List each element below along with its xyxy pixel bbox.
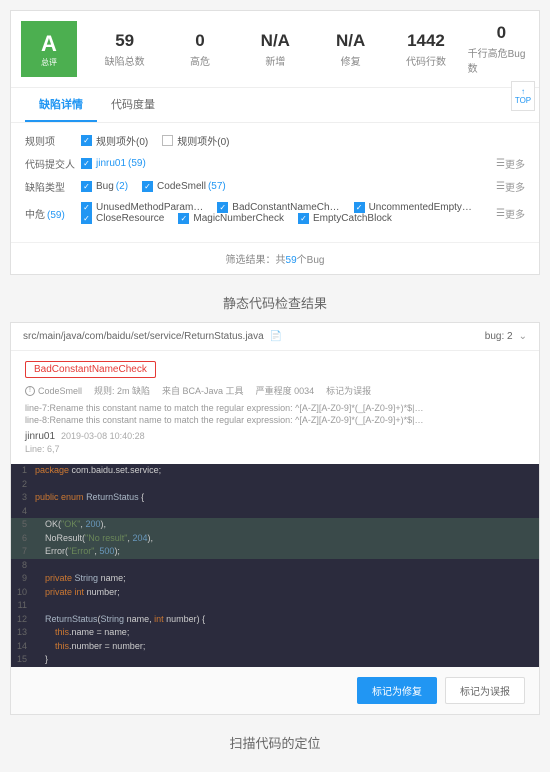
filters-section: 规则项 ✓规则项外(0)规则项外(0) 代码提交人 ✓ jinru01 (59)… [11,123,539,242]
more-link[interactable]: ☰ 更多 [496,156,525,171]
code-line: 9 private String name; [11,572,539,586]
mark-false-positive-button[interactable]: 标记为误报 [445,677,525,704]
code-line: 1package com.baidu.set.service; [11,464,539,478]
meta-item: 规则: 2m 缺陷 [94,384,150,397]
checkbox-icon: ✓ [217,202,228,213]
line-reference: Line: 6,7 [25,444,525,454]
checkbox-icon: ✓ [81,135,92,146]
code-line: 5 OK("OK", 200), [11,518,539,532]
tab-缺陷详情[interactable]: 缺陷详情 [25,88,97,122]
filter-checkbox-item[interactable]: ✓CloseResource [81,213,164,224]
filter-row-severity: 中危(59) ✓UnusedMethodParam…✓BadConstantNa… [25,202,525,224]
file-path-bar: src/main/java/com/baidu/set/service/Retu… [11,323,539,351]
file-path: src/main/java/com/baidu/set/service/Retu… [23,331,264,342]
action-footer: 标记为修复 标记为误报 [11,667,539,714]
scroll-top-button[interactable]: ↑ TOP [511,81,535,111]
tab-代码度量[interactable]: 代码度量 [97,88,169,122]
checkbox-icon [162,135,173,146]
grade-letter: A [41,31,57,57]
filter-row-type: 缺陷类型 ✓Bug(2)✓CodeSmell(57) ☰ 更多 [25,179,525,194]
stat-cell: 0高危 [162,11,237,87]
code-detail-panel: src/main/java/com/baidu/set/service/Retu… [10,322,540,715]
issue-meta-row: !CodeSmell 规则: 2m 缺陷来自 BCA-Java 工具严重程度 00… [25,384,525,397]
warning-icon: ! [25,386,35,396]
caption-1: 静态代码检查结果 [10,283,540,322]
filter-checkbox-item[interactable]: ✓BadConstantNameCh… [217,202,339,213]
checkbox-icon: ✓ [178,213,189,224]
stat-cell: 1442代码行数 [388,11,463,87]
author-line: jinru012019-03-08 10:40:28 [25,431,525,442]
mark-fixed-button[interactable]: 标记为修复 [357,677,437,704]
code-line: 7 Error("Error", 500); [11,545,539,559]
author-filter-item[interactable]: ✓ jinru01 (59) [81,158,146,169]
file-icon: 📄 [270,331,282,342]
code-line: 10 private int number; [11,586,539,600]
filter-checkbox-item[interactable]: 规则项外(0) [162,133,229,148]
meta-item: 严重程度 0034 [256,384,315,397]
chevron-down-icon[interactable]: ⌄ [519,331,527,342]
code-line: 8 [11,559,539,573]
code-line: 13 this.name = name; [11,626,539,640]
issue-description: line-7:Rename this constant name to matc… [25,403,525,413]
filter-row-scope: 规则项 ✓规则项外(0)规则项外(0) [25,133,525,148]
code-line: 2 [11,478,539,492]
code-line: 6 NoResult("No result", 204), [11,532,539,546]
checkbox-icon: ✓ [81,158,92,169]
filter-checkbox-item[interactable]: ✓CodeSmell(57) [142,181,226,192]
grade-badge: A 总评 [21,21,77,77]
stats-header: A 总评 59缺陷总数0高危N/A新增N/A修复1442代码行数0千行高危Bug… [11,11,539,88]
bug-count: bug: 2 [485,331,513,342]
meta-item: !CodeSmell [25,384,82,397]
filter-checkbox-item[interactable]: ✓EmptyCatchBlock [298,213,392,224]
grade-sublabel: 总评 [41,57,57,68]
stat-cell: N/A新增 [238,11,313,87]
filter-checkbox-item[interactable]: ✓MagicNumberCheck [178,213,284,224]
code-line: 4 [11,505,539,519]
code-line: 15 } [11,653,539,667]
issue-description: line-8:Rename this constant name to matc… [25,415,525,425]
stat-cell: 59缺陷总数 [87,11,162,87]
checkbox-icon: ✓ [298,213,309,224]
code-viewer: 1package com.baidu.set.service;23public … [11,464,539,667]
filter-checkbox-item[interactable]: ✓Bug(2) [81,181,128,192]
checkbox-icon: ✓ [81,213,92,224]
more-link[interactable]: ☰ 更多 [496,179,525,194]
issue-detail: BadConstantNameCheck !CodeSmell 规则: 2m 缺陷… [11,351,539,464]
checkbox-icon: ✓ [81,202,92,213]
filter-row-author: 代码提交人 ✓ jinru01 (59) ☰ 更多 [25,156,525,171]
meta-item: 来自 BCA-Java 工具 [162,384,244,397]
stat-cell: 0千行高危Bug数 [464,11,539,87]
filter-checkbox-item[interactable]: ✓规则项外(0) [81,133,148,148]
more-link[interactable]: ☰ 更多 [496,206,525,221]
checkbox-icon: ✓ [354,202,365,213]
code-line: 11 [11,599,539,613]
filter-checkbox-item[interactable]: ✓UncommentedEmpty… [354,202,472,213]
filter-checkbox-item[interactable]: ✓UnusedMethodParam… [81,202,203,213]
arrow-up-icon: ↑ [521,87,525,96]
scan-results-panel: A 总评 59缺陷总数0高危N/A新增N/A修复1442代码行数0千行高危Bug… [10,10,540,275]
code-line: 14 this.number = number; [11,640,539,654]
caption-2: 扫描代码的定位 [10,723,540,762]
checkbox-icon: ✓ [81,181,92,192]
checkbox-icon: ✓ [142,181,153,192]
code-line: 12 ReturnStatus(String name, int number)… [11,613,539,627]
rule-tag: BadConstantNameCheck [25,361,156,378]
code-line: 3public enum ReturnStatus { [11,491,539,505]
tabs-bar: 缺陷详情代码度量 [11,88,539,123]
meta-item: 标记为误报 [326,384,371,397]
stat-cell: N/A修复 [313,11,388,87]
result-summary: 筛选结果：共59个Bug [11,242,539,274]
